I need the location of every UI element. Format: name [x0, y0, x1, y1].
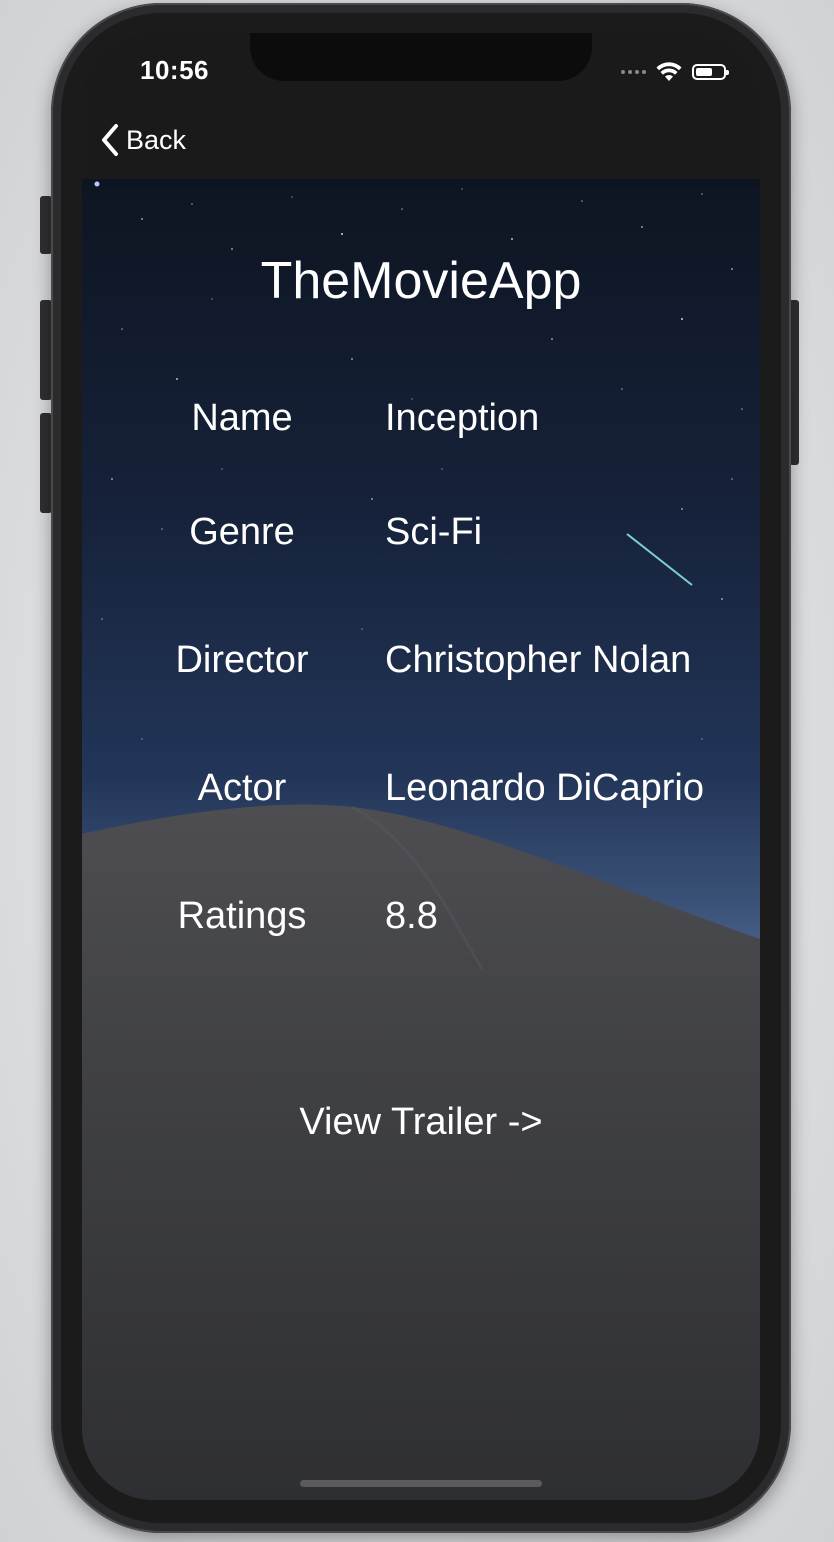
home-indicator[interactable] — [300, 1480, 542, 1487]
row-value-actor: Leonardo DiCaprio — [385, 767, 704, 809]
battery-icon — [692, 64, 729, 80]
row-label-actor: Actor — [197, 767, 287, 809]
row-label-director: Director — [175, 639, 309, 681]
status-icons — [621, 59, 729, 85]
row-value-genre: Sci-Fi — [385, 511, 483, 553]
row-value-ratings: 8.8 — [385, 895, 438, 937]
app-title: TheMovieApp — [260, 252, 582, 310]
movie-detail-view: TheMovieApp Name Inception Genre Sci-Fi … — [82, 179, 760, 1500]
row-value-name: Inception — [385, 397, 540, 439]
phone-screen: 10:56 Back TheMovieApp Name Inception Ge… — [82, 33, 760, 1500]
sand-dune-background — [82, 804, 760, 1500]
row-label-name: Name — [191, 397, 293, 439]
chevron-left-icon — [102, 124, 118, 156]
status-bar: 10:56 — [82, 33, 760, 113]
simulator-background: 10:56 Back TheMovieApp Name Inception Ge… — [0, 0, 834, 1542]
wifi-icon — [656, 62, 682, 81]
status-time: 10:56 — [140, 55, 209, 85]
row-label-ratings: Ratings — [177, 895, 307, 937]
view-trailer-button[interactable]: View Trailer -> — [82, 1101, 760, 1144]
navigation-bar: Back — [82, 113, 760, 179]
cellular-signal-icon — [621, 70, 646, 74]
row-value-director: Christopher Nolan — [385, 639, 692, 681]
row-label-genre: Genre — [189, 511, 295, 553]
back-label: Back — [126, 124, 187, 155]
notch — [250, 33, 592, 81]
back-button[interactable]: Back — [100, 123, 186, 157]
